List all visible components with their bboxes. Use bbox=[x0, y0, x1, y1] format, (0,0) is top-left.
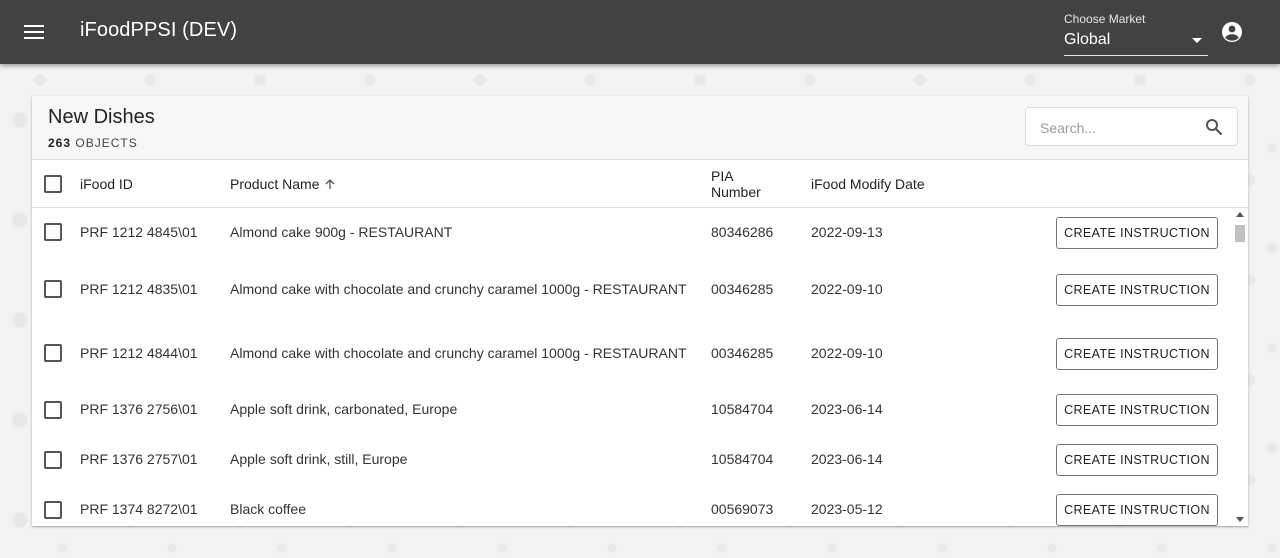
cell-ifood-id: PRF 1374 8272\01 bbox=[80, 501, 198, 517]
scroll-down-arrow-icon[interactable] bbox=[1236, 517, 1244, 522]
cell-pia-number: 10584704 bbox=[711, 401, 774, 417]
cell-modify-date: 2022-09-13 bbox=[811, 224, 883, 240]
column-header-ifood-id[interactable]: iFood ID bbox=[80, 176, 133, 192]
row-checkbox[interactable] bbox=[44, 451, 62, 469]
cell-product-name: Apple soft drink, carbonated, Europe bbox=[230, 401, 458, 417]
cell-ifood-id: PRF 1212 4845\01 bbox=[80, 224, 198, 240]
scroll-up-arrow-icon[interactable] bbox=[1236, 212, 1244, 217]
object-count-label: OBJECTS bbox=[75, 136, 138, 150]
cell-product-name: Apple soft drink, still, Europe bbox=[230, 451, 408, 467]
account-button[interactable] bbox=[1218, 18, 1246, 46]
cell-modify-date: 2022-09-10 bbox=[811, 345, 883, 361]
market-value: Global bbox=[1064, 31, 1111, 48]
cell-pia-number: 10584704 bbox=[711, 451, 774, 467]
menu-button[interactable] bbox=[16, 14, 52, 50]
column-header-product-name[interactable]: Product Name bbox=[230, 176, 336, 192]
create-instruction-button[interactable]: CREATE INSTRUCTION bbox=[1056, 394, 1218, 426]
object-count: 263 OBJECTS bbox=[48, 136, 138, 150]
column-header-pia-number[interactable]: PIA Number bbox=[711, 168, 761, 200]
table-body: PRF 1212 4845\01 Almond cake 900g - REST… bbox=[32, 208, 1232, 526]
cell-modify-date: 2023-06-14 bbox=[811, 401, 883, 417]
cell-ifood-id: PRF 1212 4835\01 bbox=[80, 281, 198, 297]
search-box bbox=[1025, 107, 1238, 147]
column-header-modify-date[interactable]: iFood Modify Date bbox=[811, 176, 925, 192]
cell-pia-number: 00346285 bbox=[711, 281, 774, 297]
table-row: PRF 1376 2757\01 Apple soft drink, still… bbox=[32, 436, 1232, 486]
app-title: iFoodPPSI (DEV) bbox=[80, 19, 238, 41]
market-underline bbox=[1064, 55, 1208, 56]
table-scrollbar[interactable] bbox=[1232, 208, 1248, 526]
cell-pia-number: 80346286 bbox=[711, 224, 774, 240]
new-dishes-card: New Dishes 263 OBJECTS iFood ID Product … bbox=[32, 96, 1248, 526]
create-instruction-button[interactable]: CREATE INSTRUCTION bbox=[1056, 217, 1218, 249]
cell-product-name: Almond cake 900g - RESTAURANT bbox=[230, 224, 453, 240]
column-header-product-name-label: Product Name bbox=[230, 176, 320, 192]
create-instruction-button[interactable]: CREATE INSTRUCTION bbox=[1056, 274, 1218, 306]
cell-product-name: Almond cake with chocolate and crunchy c… bbox=[230, 281, 687, 297]
cell-product-name: Black coffee bbox=[230, 501, 307, 517]
sort-ascending-icon bbox=[326, 179, 335, 189]
object-count-number: 263 bbox=[48, 136, 72, 150]
row-checkbox[interactable] bbox=[44, 501, 62, 519]
create-instruction-button[interactable]: CREATE INSTRUCTION bbox=[1056, 338, 1218, 370]
cell-pia-number: 00346285 bbox=[711, 345, 774, 361]
table-row: PRF 1212 4835\01 Almond cake with chocol… bbox=[32, 258, 1232, 322]
row-checkbox[interactable] bbox=[44, 344, 62, 362]
table-row: PRF 1376 2756\01 Apple soft drink, carbo… bbox=[32, 386, 1232, 436]
card-header: New Dishes 263 OBJECTS bbox=[32, 96, 1248, 160]
market-select[interactable]: Choose Market Global bbox=[1064, 12, 1208, 56]
hamburger-menu-icon bbox=[24, 25, 44, 39]
app-bar: iFoodPPSI (DEV) Choose Market Global bbox=[0, 0, 1280, 64]
table-row: PRF 1212 4845\01 Almond cake 900g - REST… bbox=[32, 208, 1232, 258]
cell-modify-date: 2023-06-14 bbox=[811, 451, 883, 467]
account-circle-icon bbox=[1222, 22, 1242, 42]
search-icon[interactable] bbox=[1205, 118, 1223, 136]
create-instruction-button[interactable]: CREATE INSTRUCTION bbox=[1056, 444, 1218, 476]
cell-modify-date: 2023-05-12 bbox=[811, 501, 883, 517]
select-all-checkbox[interactable] bbox=[44, 175, 62, 193]
table-header: iFood ID Product Name PIA Number iFood M… bbox=[32, 160, 1248, 208]
dropdown-arrow-icon bbox=[1192, 38, 1202, 43]
column-header-pia-line2: Number bbox=[711, 184, 761, 200]
column-header-pia-line1: PIA bbox=[711, 168, 734, 184]
row-checkbox[interactable] bbox=[44, 401, 62, 419]
create-instruction-button[interactable]: CREATE INSTRUCTION bbox=[1056, 494, 1218, 526]
cell-ifood-id: PRF 1376 2756\01 bbox=[80, 401, 198, 417]
table-row: PRF 1212 4844\01 Almond cake with chocol… bbox=[32, 322, 1232, 386]
cell-product-name: Almond cake with chocolate and crunchy c… bbox=[230, 345, 687, 361]
row-checkbox[interactable] bbox=[44, 223, 62, 241]
row-checkbox[interactable] bbox=[44, 280, 62, 298]
card-title: New Dishes bbox=[48, 106, 155, 128]
cell-pia-number: 00569073 bbox=[711, 501, 774, 517]
cell-ifood-id: PRF 1376 2757\01 bbox=[80, 451, 198, 467]
market-label: Choose Market bbox=[1064, 12, 1146, 26]
cell-modify-date: 2022-09-10 bbox=[811, 281, 883, 297]
cell-ifood-id: PRF 1212 4844\01 bbox=[80, 345, 198, 361]
table-row: PRF 1374 8272\01 Black coffee 00569073 2… bbox=[32, 486, 1232, 526]
scrollbar-thumb[interactable] bbox=[1235, 225, 1245, 242]
search-input[interactable] bbox=[1038, 108, 1202, 147]
